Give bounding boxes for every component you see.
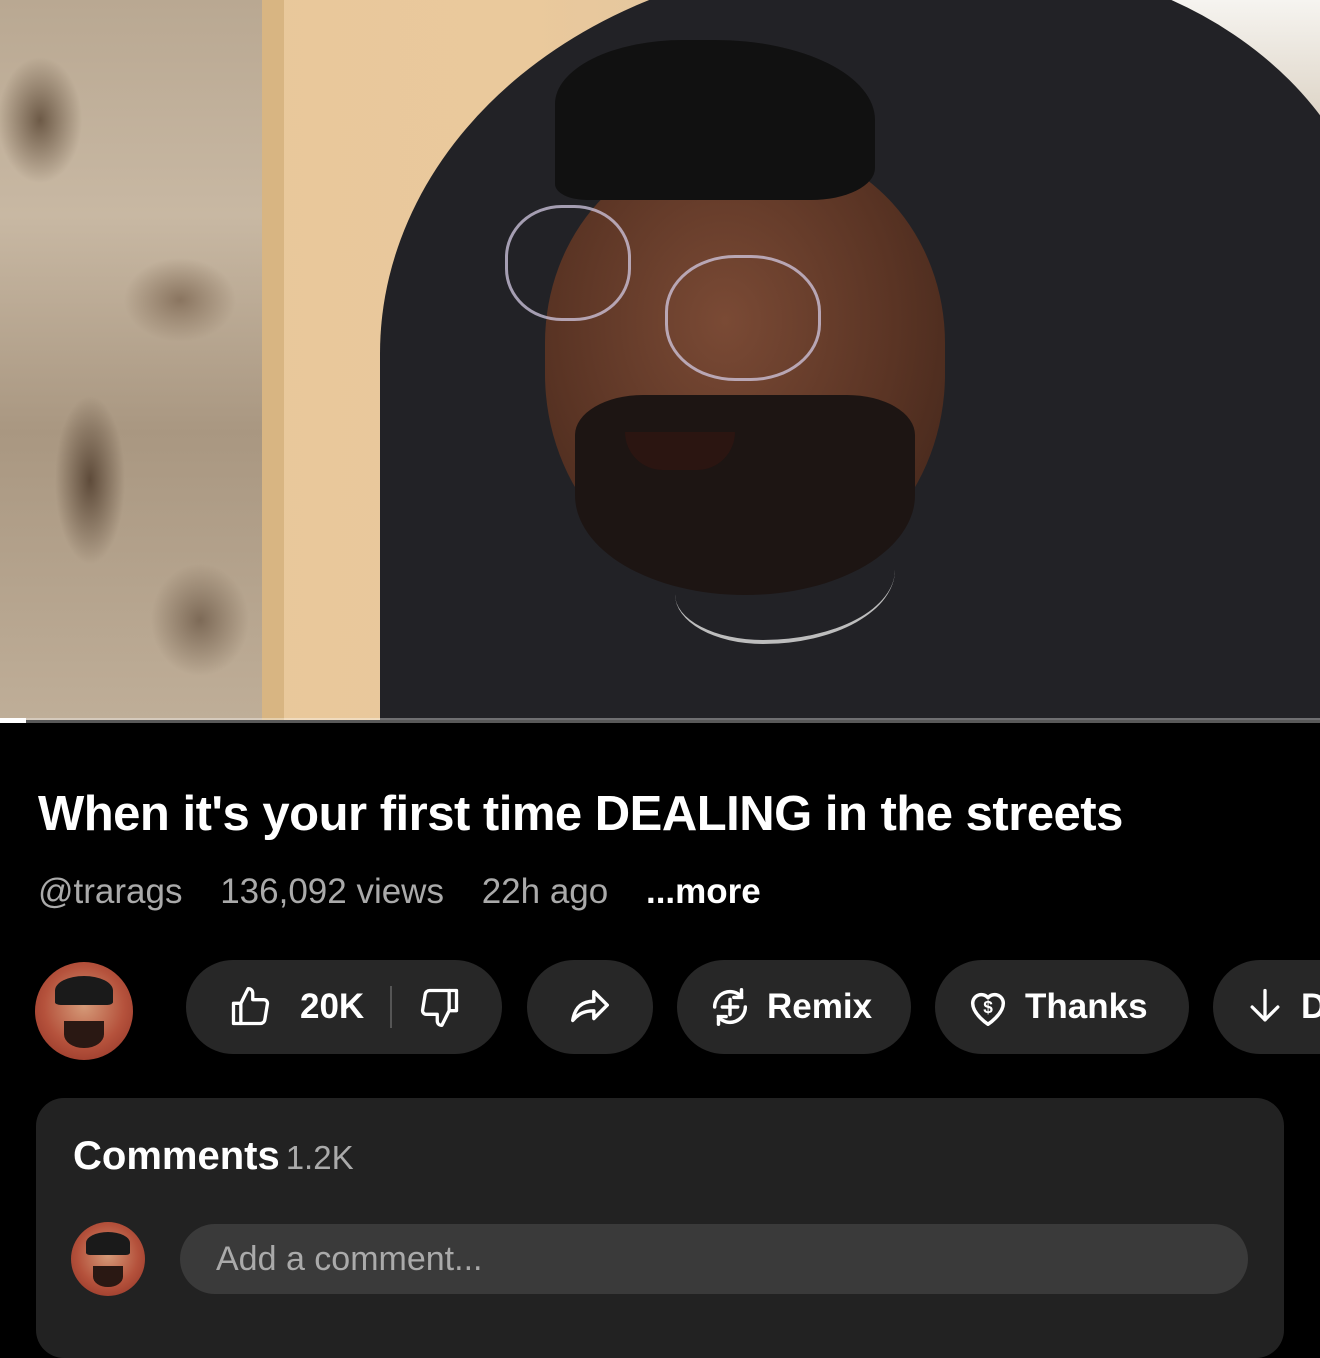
add-comment-input[interactable] (180, 1224, 1248, 1294)
glasses-lens-left (505, 205, 631, 321)
like-divider (390, 986, 393, 1028)
remix-label: Remix (767, 987, 873, 1026)
video-player[interactable] (0, 0, 1320, 720)
remix-button[interactable]: Remix (677, 960, 911, 1054)
download-label: D (1301, 987, 1320, 1026)
channel-handle[interactable]: @trarags (38, 872, 182, 911)
share-arrow-icon (567, 984, 613, 1030)
video-meta: @trarags 136,092 views 22h ago ...more (38, 872, 761, 912)
user-avatar-cap (85, 1232, 131, 1255)
like-dislike-group: 20K (186, 960, 502, 1054)
video-progress-fill (0, 718, 27, 723)
comments-header: Comments 1.2K (73, 1134, 354, 1179)
comments-heading: Comments (73, 1134, 280, 1178)
download-button[interactable]: D (1213, 960, 1320, 1054)
stone-wall (0, 0, 262, 720)
glasses-lens-right (665, 255, 821, 381)
upload-age: 22h ago (481, 872, 609, 911)
thumbs-up-icon[interactable] (228, 985, 272, 1029)
share-button[interactable] (527, 960, 653, 1054)
svg-text:$: $ (983, 997, 993, 1017)
channel-avatar[interactable] (35, 962, 133, 1060)
door-trim (262, 0, 284, 720)
user-avatar-beard (93, 1266, 123, 1288)
more-link[interactable]: ...more (646, 872, 761, 911)
thumbs-down-icon[interactable] (418, 985, 462, 1029)
avatar-cap (54, 975, 114, 1006)
remix-icon (707, 984, 753, 1030)
thanks-label: Thanks (1025, 987, 1148, 1026)
download-arrow-icon (1243, 985, 1287, 1029)
video-progress-bar[interactable] (0, 718, 1320, 723)
thanks-button[interactable]: $ Thanks (935, 960, 1189, 1054)
view-count: 136,092 views (220, 872, 444, 911)
user-avatar (71, 1222, 145, 1296)
avatar-beard (64, 1020, 104, 1049)
comments-count: 1.2K (285, 1139, 354, 1176)
durag (555, 40, 875, 200)
like-count[interactable]: 20K (300, 987, 364, 1027)
heart-dollar-icon: $ (965, 984, 1011, 1030)
video-title: When it's your first time DEALING in the… (38, 787, 1123, 841)
comments-panel[interactable]: Comments 1.2K (36, 1098, 1284, 1358)
